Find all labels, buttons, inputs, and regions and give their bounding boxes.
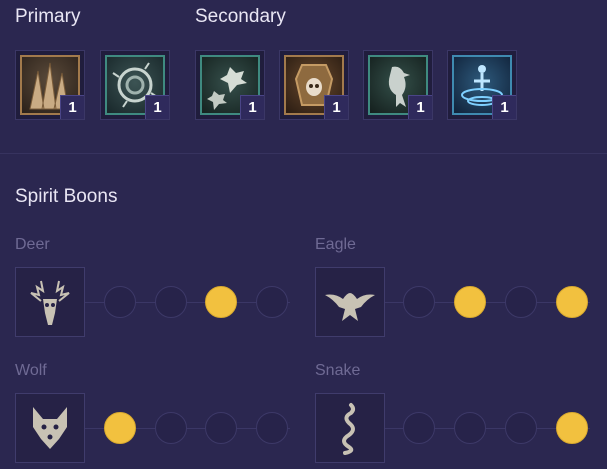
- snake-icon: [315, 393, 385, 463]
- boon-slot-deer-2[interactable]: [155, 286, 187, 318]
- primary-header: Primary: [15, 6, 81, 27]
- eagle-icon: [315, 267, 385, 337]
- primary-skill-2[interactable]: 1: [100, 50, 170, 120]
- secondary-skill-3[interactable]: 1: [363, 50, 433, 120]
- boon-slot-snake-2[interactable]: [454, 412, 486, 444]
- boon-slot-deer-4[interactable]: [256, 286, 288, 318]
- boon-slot-deer-1[interactable]: [104, 286, 136, 318]
- boon-slot-wolf-4[interactable]: [256, 412, 288, 444]
- boon-slot-wolf-3[interactable]: [205, 412, 237, 444]
- skill-rank-badge: 1: [145, 95, 169, 119]
- section-divider: [0, 153, 607, 154]
- skill-rank-badge: 1: [324, 95, 348, 119]
- secondary-header: Secondary: [195, 6, 286, 27]
- boon-slot-snake-1[interactable]: [403, 412, 435, 444]
- spirit-boons-title: Spirit Boons: [15, 186, 118, 207]
- primary-skill-1[interactable]: 1: [15, 50, 85, 120]
- deer-skull-icon: [15, 267, 85, 337]
- secondary-skill-2[interactable]: 1: [279, 50, 349, 120]
- skill-rank-badge: 1: [240, 95, 264, 119]
- skill-rank-badge: 1: [408, 95, 432, 119]
- secondary-skill-1[interactable]: 1: [195, 50, 265, 120]
- boon-slot-wolf-1[interactable]: [104, 412, 136, 444]
- boon-slot-eagle-2[interactable]: [454, 286, 486, 318]
- boon-slot-wolf-2[interactable]: [155, 412, 187, 444]
- skill-rank-badge: 1: [492, 95, 516, 119]
- boon-slot-eagle-1[interactable]: [403, 286, 435, 318]
- boon-slot-eagle-3[interactable]: [505, 286, 537, 318]
- boon-slot-eagle-4[interactable]: [556, 286, 588, 318]
- boon-slot-deer-3[interactable]: [205, 286, 237, 318]
- boon-name-snake: Snake: [315, 362, 361, 379]
- boon-slot-snake-3[interactable]: [505, 412, 537, 444]
- secondary-skill-4[interactable]: 1: [447, 50, 517, 120]
- boon-name-wolf: Wolf: [15, 362, 47, 379]
- skill-rank-badge: 1: [60, 95, 84, 119]
- boon-name-eagle: Eagle: [315, 236, 356, 253]
- boon-slot-snake-4[interactable]: [556, 412, 588, 444]
- boon-name-deer: Deer: [15, 236, 50, 253]
- wolf-head-icon: [15, 393, 85, 463]
